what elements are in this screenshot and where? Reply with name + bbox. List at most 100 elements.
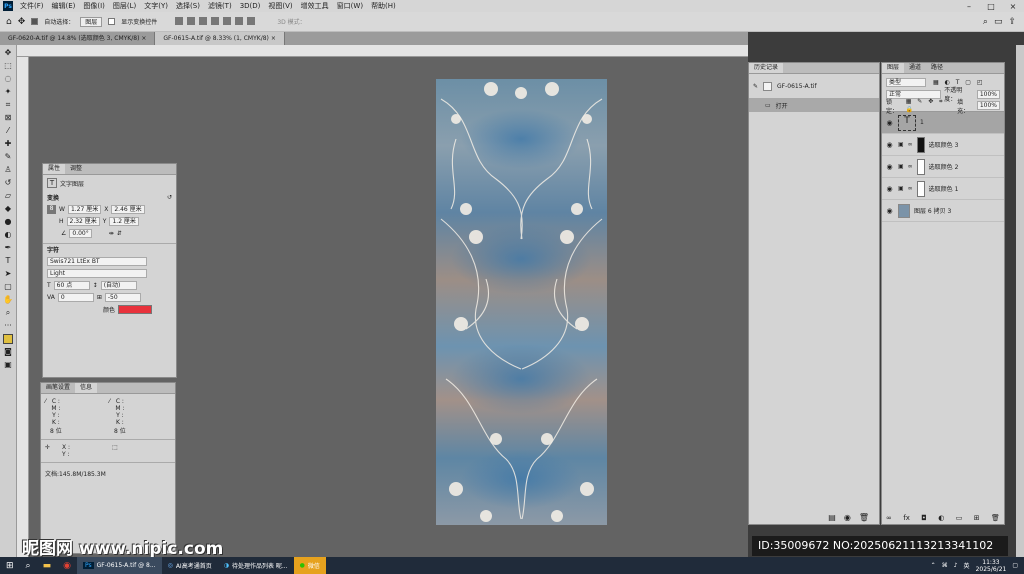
menu-type[interactable]: 文字(Y): [140, 1, 172, 11]
tab-history[interactable]: 历史记录: [749, 63, 784, 73]
leading-field[interactable]: (自动): [100, 280, 137, 290]
tab-paths[interactable]: 路径: [926, 63, 948, 73]
tab-gf-0620[interactable]: GF-0620-A.tif @ 14.8% (选取颜色 3, CMYK/8) ×: [0, 32, 156, 45]
healing-icon[interactable]: ✚: [3, 139, 13, 149]
layer-row[interactable]: ◉ ▣ ∞ 选取颜色 2: [882, 156, 1004, 178]
visibility-eye-icon[interactable]: ◉: [885, 119, 894, 127]
lock-icons[interactable]: ▦ ✎ ✥ ⌗ 🔒: [906, 98, 954, 113]
adjustment-layer-icon[interactable]: ◐: [938, 514, 944, 522]
menu-3d[interactable]: 3D(D): [236, 2, 265, 10]
path-select-icon[interactable]: ➤: [3, 269, 13, 279]
eyedropper-icon[interactable]: ⁄: [3, 126, 13, 136]
brush-icon[interactable]: ✎: [3, 152, 13, 162]
eraser-icon[interactable]: ▱: [3, 191, 13, 201]
visibility-eye-icon[interactable]: ◉: [885, 141, 894, 149]
text-color-swatch[interactable]: [118, 304, 153, 314]
tab-gf-0615[interactable]: GF-0615-A.tif @ 8.33% (1, CMYK/8) ×: [155, 32, 285, 45]
maximize-icon[interactable]: □: [980, 2, 1002, 11]
distribute-icon[interactable]: [247, 16, 256, 25]
stamp-icon[interactable]: ♙: [3, 165, 13, 175]
crop-icon[interactable]: ⌗: [3, 100, 13, 110]
link-layers-icon[interactable]: ∞: [886, 514, 892, 522]
close-tab-icon[interactable]: ×: [271, 35, 276, 42]
tab-layers[interactable]: 图层: [882, 63, 905, 73]
fx-icon[interactable]: fx: [903, 514, 910, 522]
hand-icon[interactable]: ✋: [3, 295, 13, 305]
move-icon[interactable]: ✥: [3, 48, 13, 58]
volume-icon[interactable]: ♪: [954, 562, 958, 569]
taskbar-work[interactable]: ◑ 待处理作品列表 昵...: [218, 557, 294, 574]
color-swatch-icon[interactable]: [3, 334, 13, 344]
notification-icon[interactable]: ▢: [1012, 562, 1018, 569]
workspace-icon[interactable]: ▭: [994, 17, 1003, 27]
x-field[interactable]: 2.46 厘米: [111, 204, 145, 214]
menu-select[interactable]: 选择(S): [172, 1, 204, 11]
history-brush-icon[interactable]: ↺: [3, 178, 13, 188]
layer-row[interactable]: ◉ 图层 6 拷贝 3: [882, 200, 1004, 222]
home-icon[interactable]: ⌂: [6, 17, 12, 27]
menu-help[interactable]: 帮助(H): [367, 1, 400, 11]
layer-row[interactable]: ◉ ▣ ∞ 选取颜色 1: [882, 178, 1004, 200]
search-icon[interactable]: ⌕: [983, 17, 988, 27]
menu-view[interactable]: 视图(V): [264, 1, 296, 11]
clock-date[interactable]: 2025/6/21: [976, 566, 1007, 573]
y-field[interactable]: 1.2 厘米: [109, 216, 139, 226]
menu-file[interactable]: 文件(F): [16, 1, 48, 11]
align-bottom-icon[interactable]: [235, 16, 244, 25]
chrome-icon[interactable]: ◉: [57, 557, 77, 574]
height-field[interactable]: 2.32 厘米: [66, 216, 100, 226]
taskbar-photoshop[interactable]: Ps GF-0615-A.tif @ 8...: [76, 557, 162, 574]
width-field[interactable]: 1.27 厘米: [67, 204, 102, 214]
screen-mode-icon[interactable]: ▣: [3, 360, 13, 370]
reset-icon[interactable]: ↺: [167, 194, 172, 201]
type-icon[interactable]: T: [3, 256, 13, 266]
kerning-field[interactable]: 0: [57, 292, 94, 302]
opacity-field[interactable]: 100%: [976, 89, 1000, 99]
fill-field[interactable]: 100%: [976, 101, 1000, 110]
dodge-icon[interactable]: ◐: [3, 230, 13, 240]
move-tool-icon[interactable]: ✥: [18, 17, 26, 27]
trash-icon[interactable]: 🗑: [859, 513, 869, 522]
search-taskbar-icon[interactable]: ⌕: [20, 557, 37, 574]
tray-up-icon[interactable]: ⌃: [931, 562, 936, 569]
visibility-eye-icon[interactable]: ◉: [885, 163, 894, 171]
network-icon[interactable]: ⌘: [942, 562, 948, 569]
tracking-field[interactable]: -50: [104, 292, 141, 302]
font-size-field[interactable]: 60 点: [53, 280, 90, 290]
quick-mask-icon[interactable]: ◙: [3, 347, 13, 357]
taskbar-ai[interactable]: ◎ AI高考通首页: [162, 557, 218, 574]
marquee-icon[interactable]: ⬚: [3, 61, 13, 71]
align-top-icon[interactable]: [211, 16, 220, 25]
minimize-icon[interactable]: –: [958, 2, 980, 11]
tab-adjustments[interactable]: 调整: [65, 164, 87, 174]
tab-properties[interactable]: 属性: [43, 164, 66, 174]
blur-icon[interactable]: ●: [3, 217, 13, 227]
pen-icon[interactable]: ✒: [3, 243, 13, 253]
menu-edit[interactable]: 编辑(E): [48, 1, 80, 11]
bucket-icon[interactable]: ◆: [3, 204, 13, 214]
tab-info[interactable]: 信息: [75, 383, 98, 393]
menu-plugins[interactable]: 增效工具: [297, 1, 333, 11]
menu-layer[interactable]: 图层(L): [109, 1, 140, 11]
close-tab-icon[interactable]: ×: [141, 35, 146, 42]
flip-vertical-icon[interactable]: ⇵: [117, 230, 122, 237]
magic-wand-icon[interactable]: ✦: [3, 87, 13, 97]
delete-layer-icon[interactable]: 🗑: [991, 514, 1000, 522]
auto-select-checkbox[interactable]: [31, 18, 39, 25]
angle-field[interactable]: 0.00°: [69, 228, 92, 238]
frame-icon[interactable]: ⊠: [3, 113, 13, 123]
taskbar-wechat[interactable]: ● 微信: [293, 557, 326, 574]
menu-window[interactable]: 窗口(W): [333, 1, 367, 11]
align-middle-icon[interactable]: [223, 16, 232, 25]
share-icon[interactable]: ⇪: [1008, 17, 1016, 27]
show-transform-checkbox[interactable]: [108, 18, 116, 25]
align-center-icon[interactable]: [187, 16, 196, 25]
zoom-icon[interactable]: ⌕: [3, 308, 13, 318]
close-window-icon[interactable]: ×: [1002, 2, 1024, 11]
menu-filter[interactable]: 滤镜(T): [204, 1, 236, 11]
file-explorer-icon[interactable]: ▬: [37, 557, 58, 574]
input-language[interactable]: 英: [964, 561, 970, 570]
group-icon[interactable]: ▭: [956, 514, 963, 522]
auto-select-dropdown[interactable]: 图层: [80, 16, 103, 27]
camera-icon[interactable]: ◉: [844, 513, 851, 522]
